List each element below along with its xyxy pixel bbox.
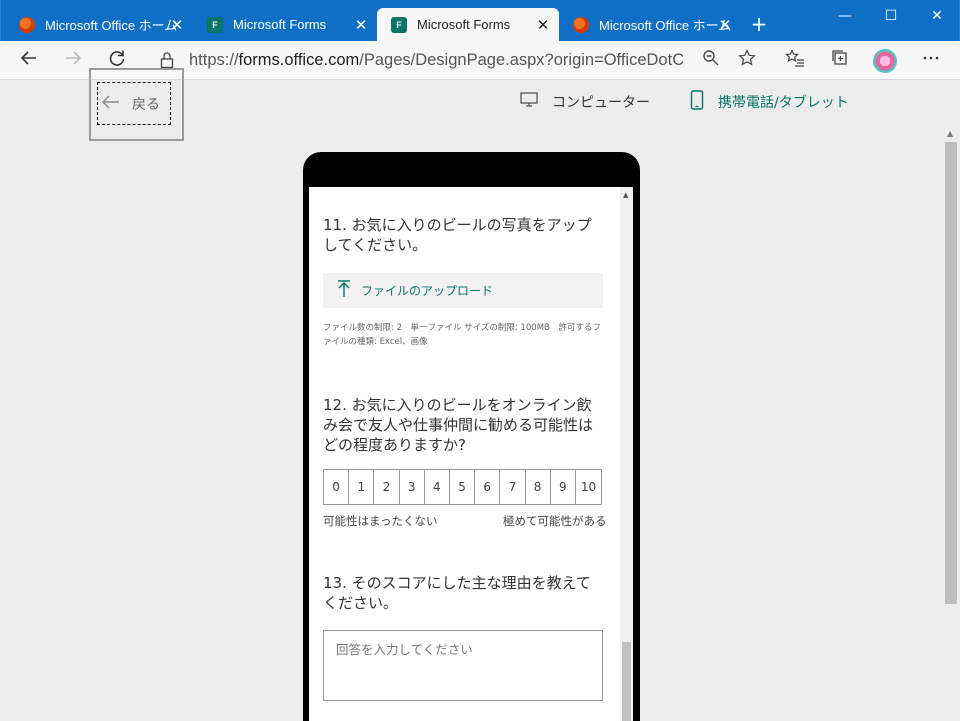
file-upload-label: ファイルのアップロード [361,284,494,298]
title-bar: Microsoft Office ホーム ✕ F Microsoft Forms… [0,0,960,41]
phone-frame: 11. お気に入りのビールの写真をアップしてください。 ファイルのアップロード … [303,152,640,721]
tab-title: Microsoft Forms [233,17,327,32]
upload-arrow-icon [337,279,351,302]
back-arrow-icon[interactable] [17,49,41,73]
rating-option-8[interactable]: 8 [526,470,551,504]
close-tab-icon[interactable]: ✕ [535,16,551,34]
url-field[interactable]: https://forms.office.com/Pages/DesignPag… [189,51,683,70]
office-icon [573,16,589,33]
favorite-star-icon[interactable] [735,49,759,73]
close-tab-icon[interactable]: ✕ [717,16,733,34]
office-icon [19,16,35,33]
desktop-preview-button[interactable]: コンピューター [520,92,650,112]
rating-option-3[interactable]: 3 [400,470,425,504]
forms-icon: F [207,16,223,33]
page-scroll-thumb[interactable] [945,142,957,604]
question-13-title: 13. そのスコアにした主な理由を教えてください。 [323,574,591,612]
scroll-up-icon[interactable]: ▲ [947,129,953,138]
favorites-list-icon[interactable] [783,49,807,73]
profile-avatar[interactable] [873,49,897,73]
close-tab-icon[interactable]: ✕ [353,16,369,34]
scale-low-label: 可能性はまったくない [323,514,438,528]
answer-input[interactable]: 回答を入力してください [323,630,603,701]
minimize-button[interactable]: — [835,6,855,26]
url-host: forms.office.com [238,51,360,69]
forward-arrow-icon[interactable] [61,49,85,73]
phone-scroll-thumb[interactable] [622,642,631,721]
rating-option-6[interactable]: 6 [475,470,501,504]
url-scheme: https:// [189,51,239,69]
back-label: 戻る [132,96,160,113]
tab-forms-active[interactable]: F Microsoft Forms ✕ [377,8,559,41]
rating-option-10[interactable]: 10 [576,470,601,504]
upload-limits-note: ファイル数の制限: 2 単一ファイル サイズの制限: 100MB 許可するファイ… [323,323,601,347]
monitor-icon [520,92,538,112]
more-menu-icon[interactable] [919,49,943,73]
desktop-label: コンピューター [552,95,650,111]
question-12-title: 12. お気に入りのビールをオンライン飲み会で友人や仕事仲間に勧める可能性はどの… [323,396,594,454]
close-tab-icon[interactable]: ✕ [169,16,185,34]
tab-office-home-2[interactable]: Microsoft Office ホーム ✕ [559,8,741,41]
phone-scrollbar[interactable]: ▲ [620,187,633,721]
rating-option-0[interactable]: 0 [324,470,350,504]
rating-option-2[interactable]: 2 [374,470,400,504]
rating-option-7[interactable]: 7 [500,470,526,504]
rating-scale: 0 1 2 3 4 5 6 7 8 9 10 [323,469,603,505]
file-upload-button[interactable]: ファイルのアップロード [323,273,603,308]
close-window-button[interactable]: ✕ [927,6,947,26]
lock-icon[interactable] [160,51,174,69]
tab-title: Microsoft Office ホーム [599,18,732,33]
question-11-title: 11. お気に入りのビールの写真をアップしてください。 [323,216,592,254]
new-tab-button[interactable]: + [749,14,769,34]
tab-forms-1[interactable]: F Microsoft Forms ✕ [193,8,377,41]
mobile-preview-button[interactable]: 携帯電話/タブレット [690,90,849,114]
tab-title: Microsoft Office ホーム [45,18,178,33]
maximize-button[interactable]: ☐ [881,6,901,26]
url-path: /Pages/DesignPage.aspx?origin=OfficeDotC… [359,51,683,69]
rating-option-1[interactable]: 1 [349,470,375,504]
phone-icon [690,90,704,114]
mobile-label: 携帯電話/タブレット [718,95,849,111]
back-button[interactable]: 戻る [89,68,184,141]
collections-icon[interactable] [828,49,852,73]
back-button-focus[interactable]: 戻る [97,82,171,125]
tab-title: Microsoft Forms [417,17,511,32]
back-arrow-icon [102,93,120,114]
page-scrollbar[interactable]: ▲ [943,126,960,721]
scroll-up-icon[interactable]: ▲ [623,191,628,199]
rating-option-5[interactable]: 5 [450,470,476,504]
phone-screen: 11. お気に入りのビールの写真をアップしてください。 ファイルのアップロード … [309,187,633,721]
zoom-icon[interactable] [699,49,723,73]
forms-icon: F [391,16,407,33]
rating-option-9[interactable]: 9 [551,470,576,504]
tab-office-home-1[interactable]: Microsoft Office ホーム ✕ [5,8,193,41]
scale-high-label: 極めて可能性がある [503,514,607,528]
rating-option-4[interactable]: 4 [425,470,450,504]
